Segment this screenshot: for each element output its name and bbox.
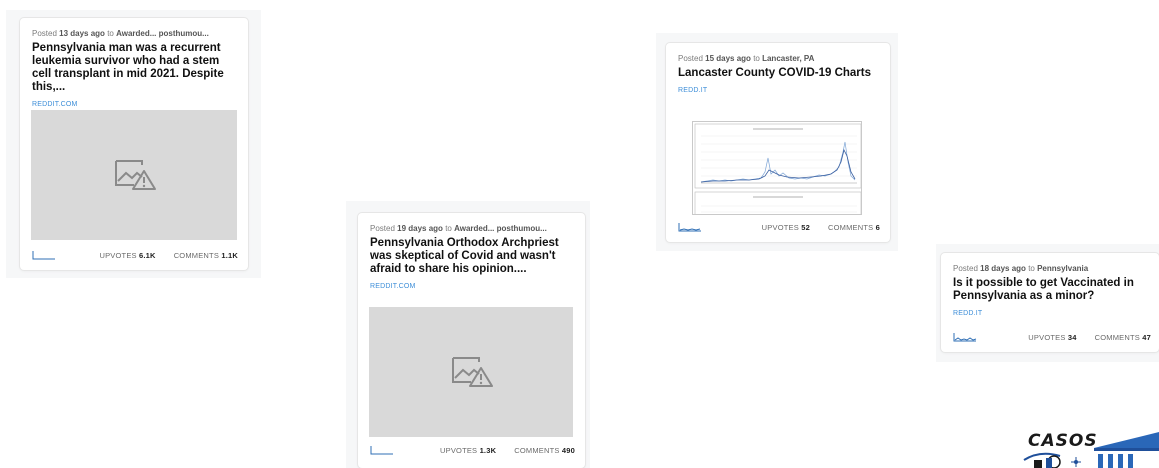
post-footer: UPVOTES 34 COMMENTS 47 [953,331,1151,343]
post-card[interactable]: Posted 15 days ago to Lancaster, PA Lanc… [666,43,890,242]
post-footer: UPVOTES 52 COMMENTS 6 [678,221,880,233]
broken-image-icon [452,357,493,387]
post-title[interactable]: Is it possible to get Vaccinated in Penn… [953,277,1147,303]
community-link[interactable]: Lancaster, PA [762,54,814,63]
post-domain[interactable]: REDD.IT [678,87,878,94]
post-meta: Posted 19 days ago to Awarded... posthum… [370,224,547,233]
chart-thumbnail [694,123,861,214]
comments-stat[interactable]: COMMENTS 6 [828,223,880,232]
covid-chart-image[interactable] [692,121,862,215]
post-domain[interactable]: REDDIT.COM [32,101,236,108]
post-meta: Posted 15 days ago to Lancaster, PA [678,54,815,63]
broken-image-icon [115,160,156,190]
community-link[interactable]: Awarded... posthumou... [116,29,209,38]
post-meta: Posted 18 days ago to Pennsylvania [953,264,1089,273]
comments-stat[interactable]: COMMENTS 1.1K [174,251,238,260]
sparkline-icon [953,333,977,342]
upvotes-stat: UPVOTES 6.1K [99,250,156,260]
post-card[interactable]: Posted 18 days ago to Pennsylvania Is it… [941,253,1159,352]
post-title[interactable]: Pennsylvania man was a recurrent leukemi… [32,42,236,94]
post-domain[interactable]: REDDIT.COM [370,283,573,290]
post-footer: UPVOTES 1.3K COMMENTS 490 [370,444,575,456]
community-link[interactable]: Pennsylvania [1037,264,1088,273]
upvotes-stat: UPVOTES 52 [761,222,810,232]
post-card[interactable]: Posted 19 days ago to Awarded... posthum… [358,213,585,468]
post-title[interactable]: Lancaster County COVID-19 Charts [678,67,878,80]
sparkline-icon [32,251,55,260]
sparkline-icon [678,223,701,232]
casos-logo: CASOS [1020,418,1159,468]
post-footer: UPVOTES 6.1K COMMENTS 1.1K [32,249,238,261]
post-domain[interactable]: REDD.IT [953,310,1147,317]
comments-stat[interactable]: COMMENTS 47 [1095,333,1151,342]
post-title[interactable]: Pennsylvania Orthodox Archpriest was ske… [370,237,573,276]
sparkline-icon [370,446,393,455]
casos-logo-text: CASOS [1028,431,1098,451]
comments-stat[interactable]: COMMENTS 490 [514,446,575,455]
post-thumbnail[interactable] [31,110,237,240]
upvotes-stat: UPVOTES 1.3K [440,445,497,455]
upvotes-stat: UPVOTES 34 [1028,332,1077,342]
post-card[interactable]: Posted 13 days ago to Awarded... posthum… [20,18,248,270]
community-link[interactable]: Awarded... posthumou... [454,224,547,233]
post-thumbnail[interactable] [369,307,573,437]
post-meta: Posted 13 days ago to Awarded... posthum… [32,29,209,38]
